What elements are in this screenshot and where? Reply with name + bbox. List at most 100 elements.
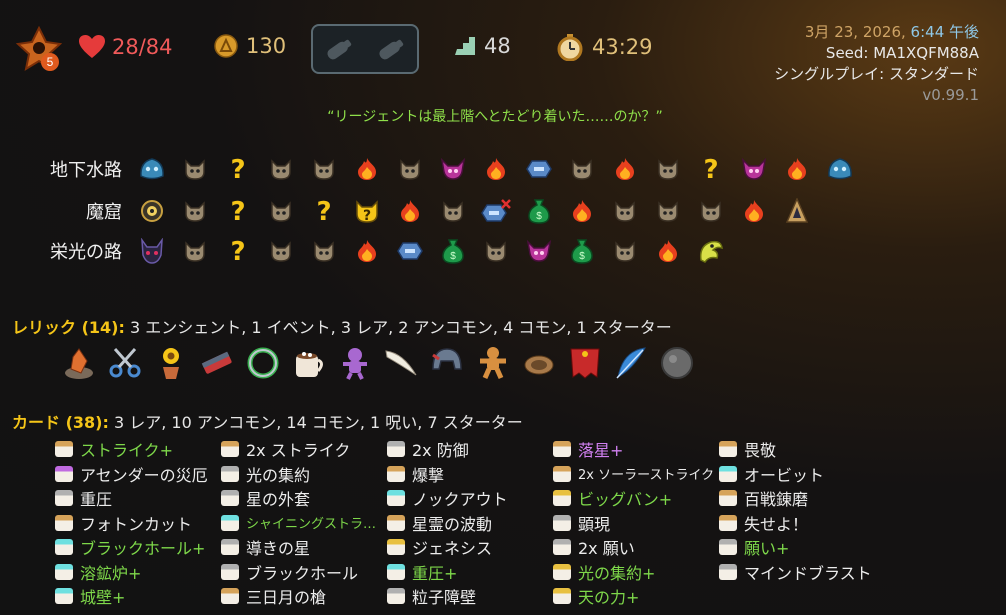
helmet-relic-icon[interactable]	[424, 342, 470, 384]
card-entry[interactable]: 粒子障壁	[387, 584, 553, 609]
monster-node-icon[interactable]	[603, 233, 646, 269]
elite-node-icon[interactable]	[732, 151, 775, 187]
card-entry[interactable]: 2x 防御	[387, 437, 553, 462]
crystal-relic-icon[interactable]	[56, 342, 102, 384]
unknown-node-icon[interactable]: ?	[216, 151, 259, 187]
voodoo-doll-relic-icon[interactable]	[332, 342, 378, 384]
card-entry[interactable]: マインドブラスト	[719, 560, 889, 585]
card-entry[interactable]: ビッグバン+	[553, 486, 719, 511]
monster-node-icon[interactable]	[603, 193, 646, 229]
monster-node-icon[interactable]	[173, 151, 216, 187]
monster-node-icon[interactable]	[646, 193, 689, 229]
boss-icon[interactable]	[818, 151, 861, 187]
card-entry[interactable]: 三日月の槍	[221, 584, 387, 609]
feather-relic-icon[interactable]	[608, 342, 654, 384]
monster-node-icon[interactable]	[259, 193, 302, 229]
card-entry[interactable]: 導きの星	[221, 535, 387, 560]
shop-node-icon[interactable]	[388, 233, 431, 269]
elite-node-icon[interactable]	[517, 233, 560, 269]
card-entry[interactable]: 2x ストライク	[221, 437, 387, 462]
scissors-relic-icon[interactable]	[102, 342, 148, 384]
treasure-node-icon[interactable]: $	[560, 233, 603, 269]
boss-icon[interactable]	[130, 151, 173, 187]
card-entry[interactable]: 失せよ！	[719, 511, 889, 536]
card-type-icon	[221, 490, 239, 507]
monster-node-icon[interactable]	[431, 193, 474, 229]
monster-node-icon[interactable]	[302, 151, 345, 187]
monster-node-icon[interactable]	[259, 151, 302, 187]
rest-site-icon[interactable]	[732, 193, 775, 229]
card-entry[interactable]: 星の外套	[221, 486, 387, 511]
rest-site-icon[interactable]	[345, 233, 388, 269]
card-entry[interactable]: 2x ソーラーストライク	[553, 462, 719, 487]
monster-node-icon[interactable]	[173, 193, 216, 229]
cocoa-relic-icon[interactable]	[286, 342, 332, 384]
unknown-node-icon[interactable]: ?	[216, 233, 259, 269]
card-entry[interactable]: 畏敬	[719, 437, 889, 462]
monster-node-icon[interactable]	[173, 233, 216, 269]
boss-icon[interactable]	[130, 233, 173, 269]
rest-site-icon[interactable]	[775, 151, 818, 187]
rest-site-icon[interactable]	[388, 193, 431, 229]
fireplace-relic-icon[interactable]	[516, 342, 562, 384]
card-entry[interactable]: ジェネシス	[387, 535, 553, 560]
rest-site-icon[interactable]	[345, 151, 388, 187]
unknown-monster-node-icon[interactable]: ?	[345, 193, 388, 229]
card-entry[interactable]: 光の集約	[221, 462, 387, 487]
card-entry[interactable]: 百戦錬磨	[719, 486, 889, 511]
card-entry[interactable]: 顕現	[553, 511, 719, 536]
monster-node-icon[interactable]	[689, 193, 732, 229]
gingerbread-relic-icon[interactable]	[470, 342, 516, 384]
card-entry[interactable]: シャイニングストラ…	[221, 511, 387, 536]
horn-relic-icon[interactable]	[378, 342, 424, 384]
card-entry[interactable]: ブラックホール	[221, 560, 387, 585]
treasure-node-icon[interactable]: $	[431, 233, 474, 269]
potion-slot-icon[interactable]	[322, 36, 356, 62]
card-entry[interactable]: ノックアウト	[387, 486, 553, 511]
card-entry[interactable]: 天の力+	[553, 584, 719, 609]
treasure-node-icon[interactable]: $	[517, 193, 560, 229]
card-entry[interactable]: 溶鉱炉+	[55, 560, 221, 585]
monster-node-icon[interactable]	[560, 151, 603, 187]
cape-relic-icon[interactable]	[562, 342, 608, 384]
card-entry[interactable]: ストライク+	[55, 437, 221, 462]
card-entry[interactable]: 落星+	[553, 437, 719, 462]
potion-slot-icon[interactable]	[374, 36, 408, 62]
flower-pot-relic-icon[interactable]	[148, 342, 194, 384]
monster-node-icon[interactable]	[646, 151, 689, 187]
card-entry[interactable]: 爆撃	[387, 462, 553, 487]
unknown-node-icon[interactable]: ?	[216, 193, 259, 229]
card-entry[interactable]: 重圧	[55, 486, 221, 511]
rest-site-icon[interactable]	[646, 233, 689, 269]
stone-disc-relic-icon[interactable]	[654, 342, 700, 384]
monster-node-icon[interactable]	[259, 233, 302, 269]
whetstone-relic-icon[interactable]	[194, 342, 240, 384]
rest-site-icon[interactable]	[560, 193, 603, 229]
card-entry[interactable]: 城壁+	[55, 584, 221, 609]
card-entry[interactable]: ブラックホール+	[55, 535, 221, 560]
monster-node-icon[interactable]	[474, 233, 517, 269]
card-entry[interactable]: 星霊の波動	[387, 511, 553, 536]
hp-value: 28/84	[112, 35, 173, 59]
monster-node-icon[interactable]	[388, 151, 431, 187]
boss-icon[interactable]	[130, 193, 173, 229]
card-name: 顕現	[578, 514, 611, 534]
rest-site-icon[interactable]	[603, 151, 646, 187]
card-entry[interactable]: アセンダーの災厄	[55, 462, 221, 487]
card-entry[interactable]: 光の集約+	[553, 560, 719, 585]
card-entry[interactable]: 重圧+	[387, 560, 553, 585]
card-entry[interactable]: 2x 願い	[553, 535, 719, 560]
ancient-node-icon[interactable]	[775, 193, 818, 229]
shop-node-icon[interactable]	[474, 193, 517, 229]
unknown-node-icon[interactable]: ?	[302, 193, 345, 229]
ring-relic-icon[interactable]	[240, 342, 286, 384]
shop-node-icon[interactable]	[517, 151, 560, 187]
card-entry[interactable]: オービット	[719, 462, 889, 487]
monster-node-icon[interactable]	[302, 233, 345, 269]
rest-site-icon[interactable]	[474, 151, 517, 187]
card-entry[interactable]: 願い+	[719, 535, 889, 560]
card-entry[interactable]: フォトンカット	[55, 511, 221, 536]
unknown-node-icon[interactable]: ?	[689, 151, 732, 187]
elite-node-icon[interactable]	[431, 151, 474, 187]
boss-icon[interactable]	[689, 233, 732, 269]
